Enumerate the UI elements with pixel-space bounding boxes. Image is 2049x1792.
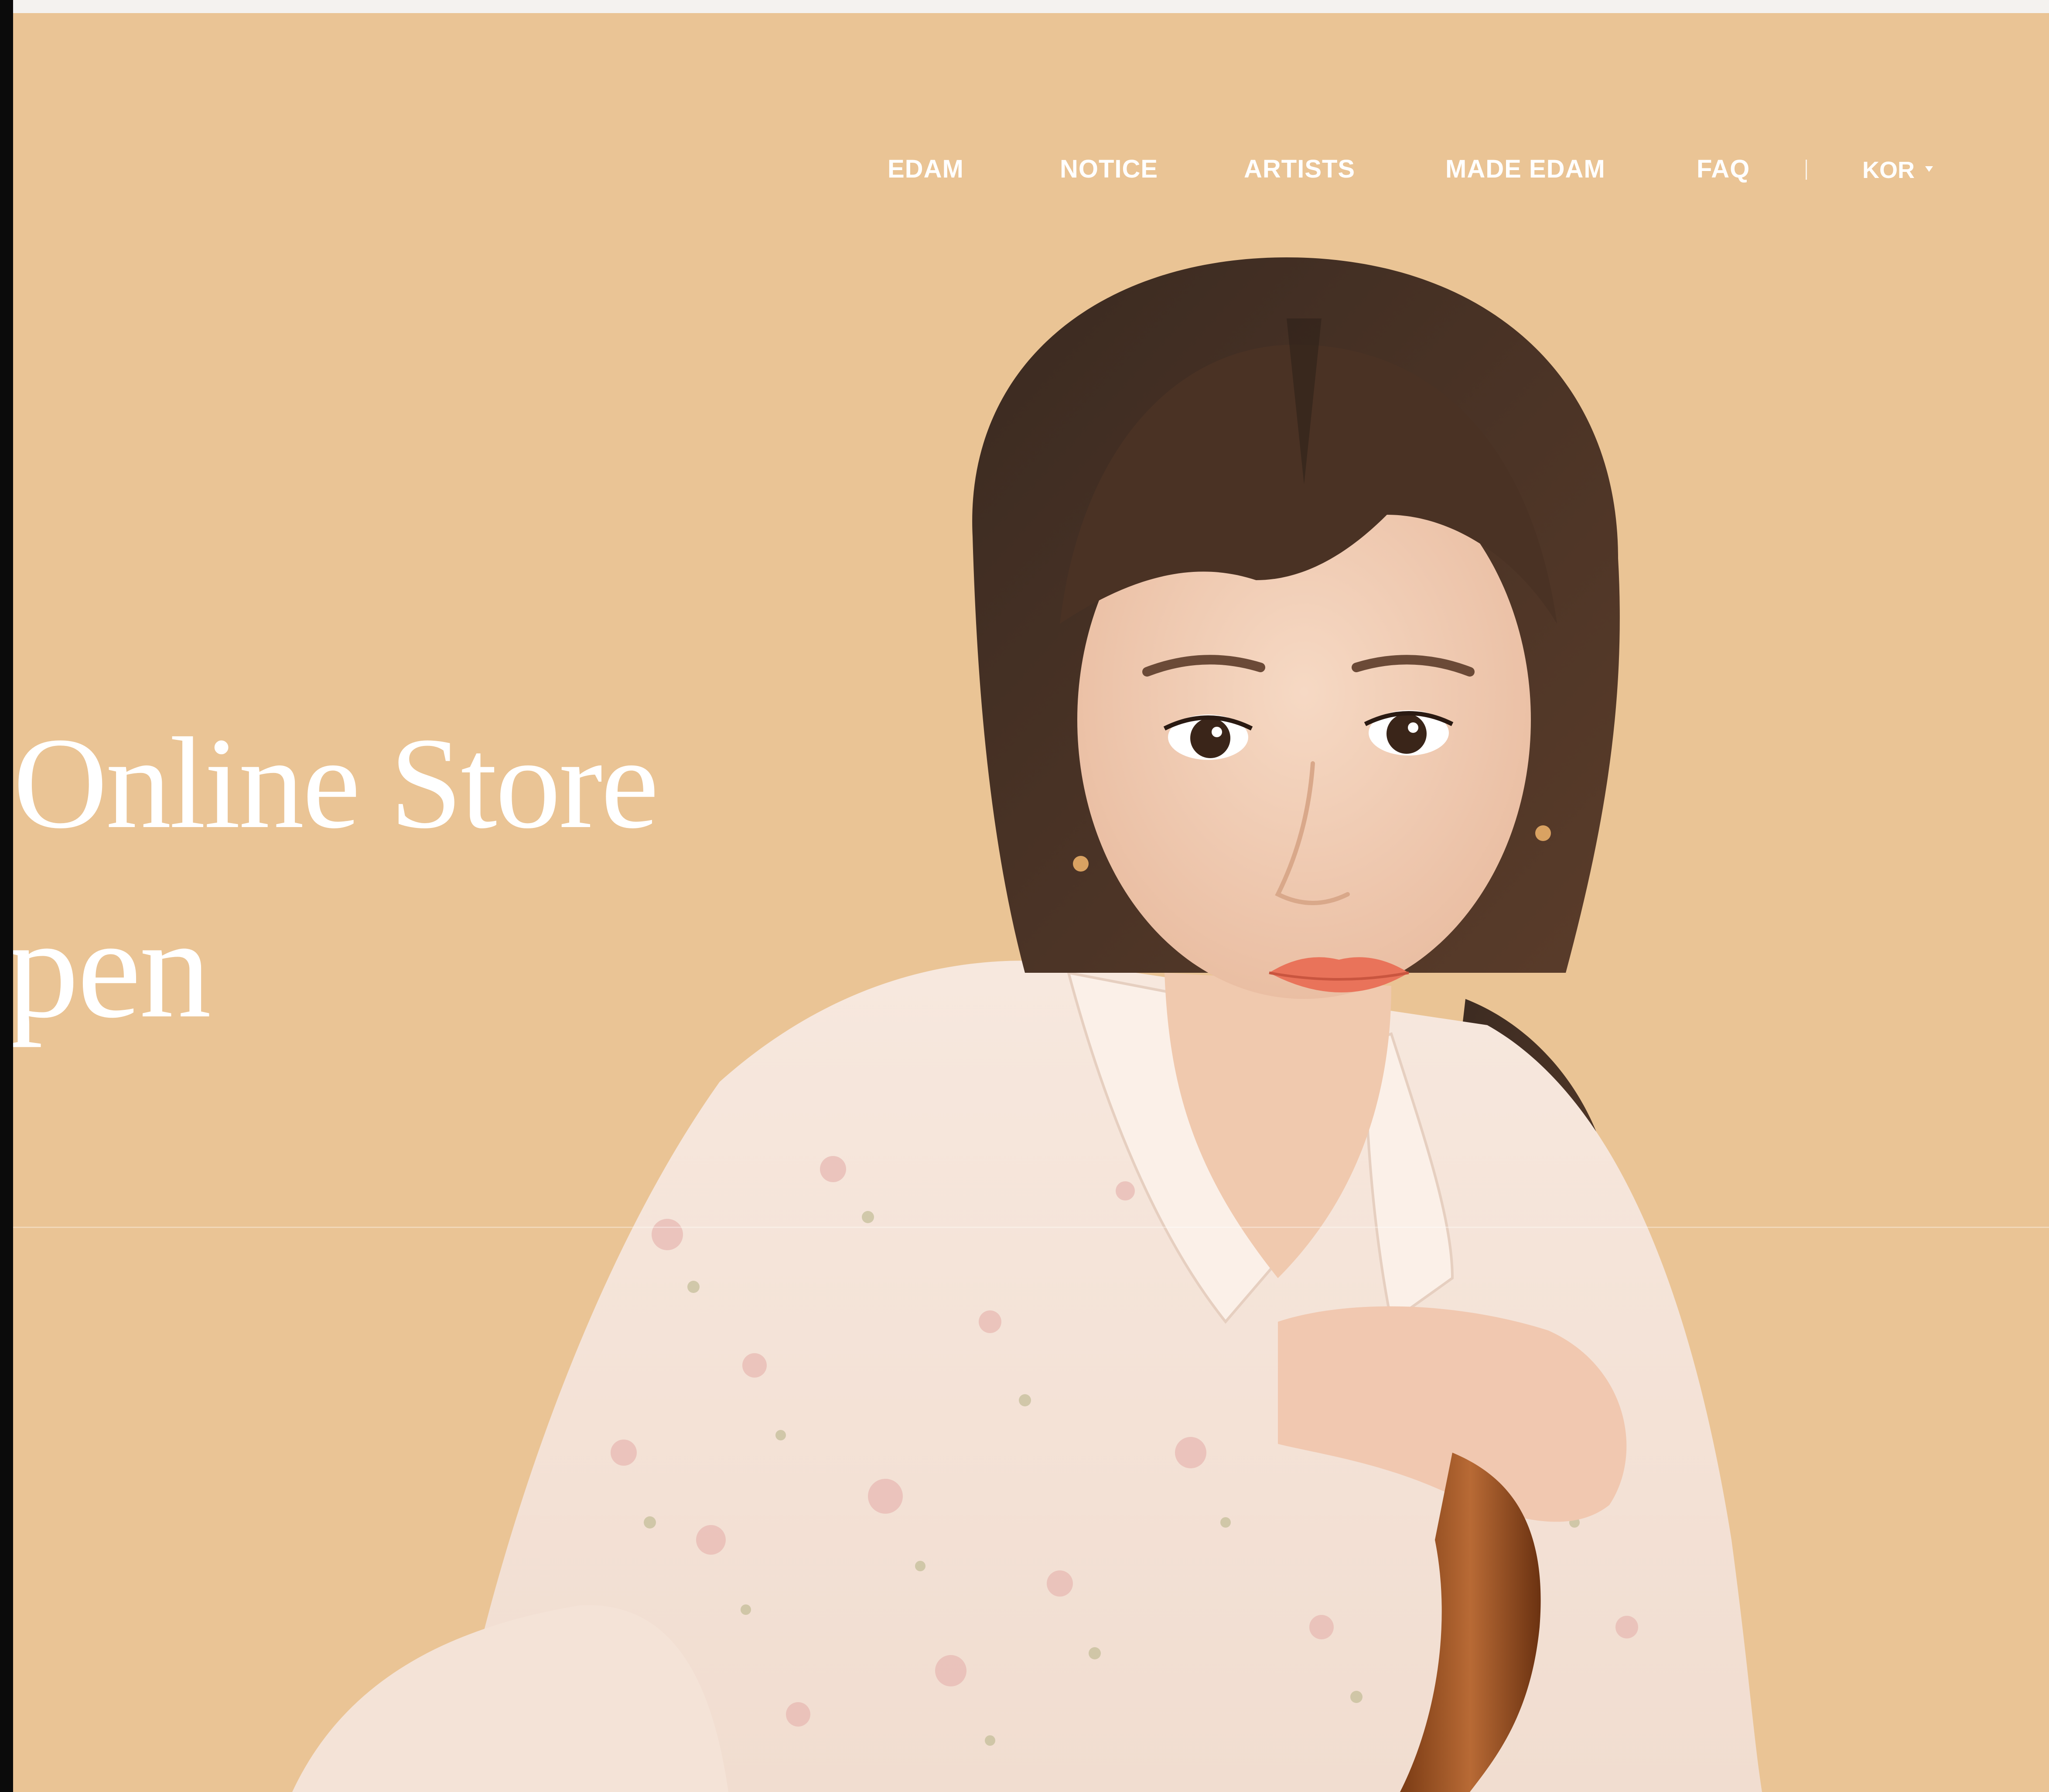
nav-divider [1806, 160, 1807, 180]
hero-photo [292, 257, 1762, 1792]
language-selector[interactable]: KOR [1862, 152, 1933, 187]
nav-item-notice[interactable]: NOTICE [1060, 152, 1158, 187]
hero-banner: EDAM NOTICE ARTISTS MADE EDAM FAQ KOR On… [13, 13, 2049, 1792]
hero-headline-line1: Online Store [13, 711, 659, 855]
main-nav: EDAM NOTICE ARTISTS MADE EDAM FAQ KOR [13, 152, 2049, 187]
caret-down-icon [1925, 166, 1933, 172]
hero-divider [13, 1227, 2049, 1228]
nav-item-artists[interactable]: ARTISTS [1244, 152, 1355, 187]
hero-headline-line2: pen [13, 889, 211, 1048]
top-strip [13, 0, 2049, 13]
nav-item-made-edam[interactable]: MADE EDAM [1445, 152, 1605, 187]
nav-item-edam[interactable]: EDAM [888, 152, 964, 187]
nav-item-faq[interactable]: FAQ [1697, 152, 1750, 187]
language-label: KOR [1862, 157, 1915, 183]
left-edge-border [0, 0, 13, 1792]
